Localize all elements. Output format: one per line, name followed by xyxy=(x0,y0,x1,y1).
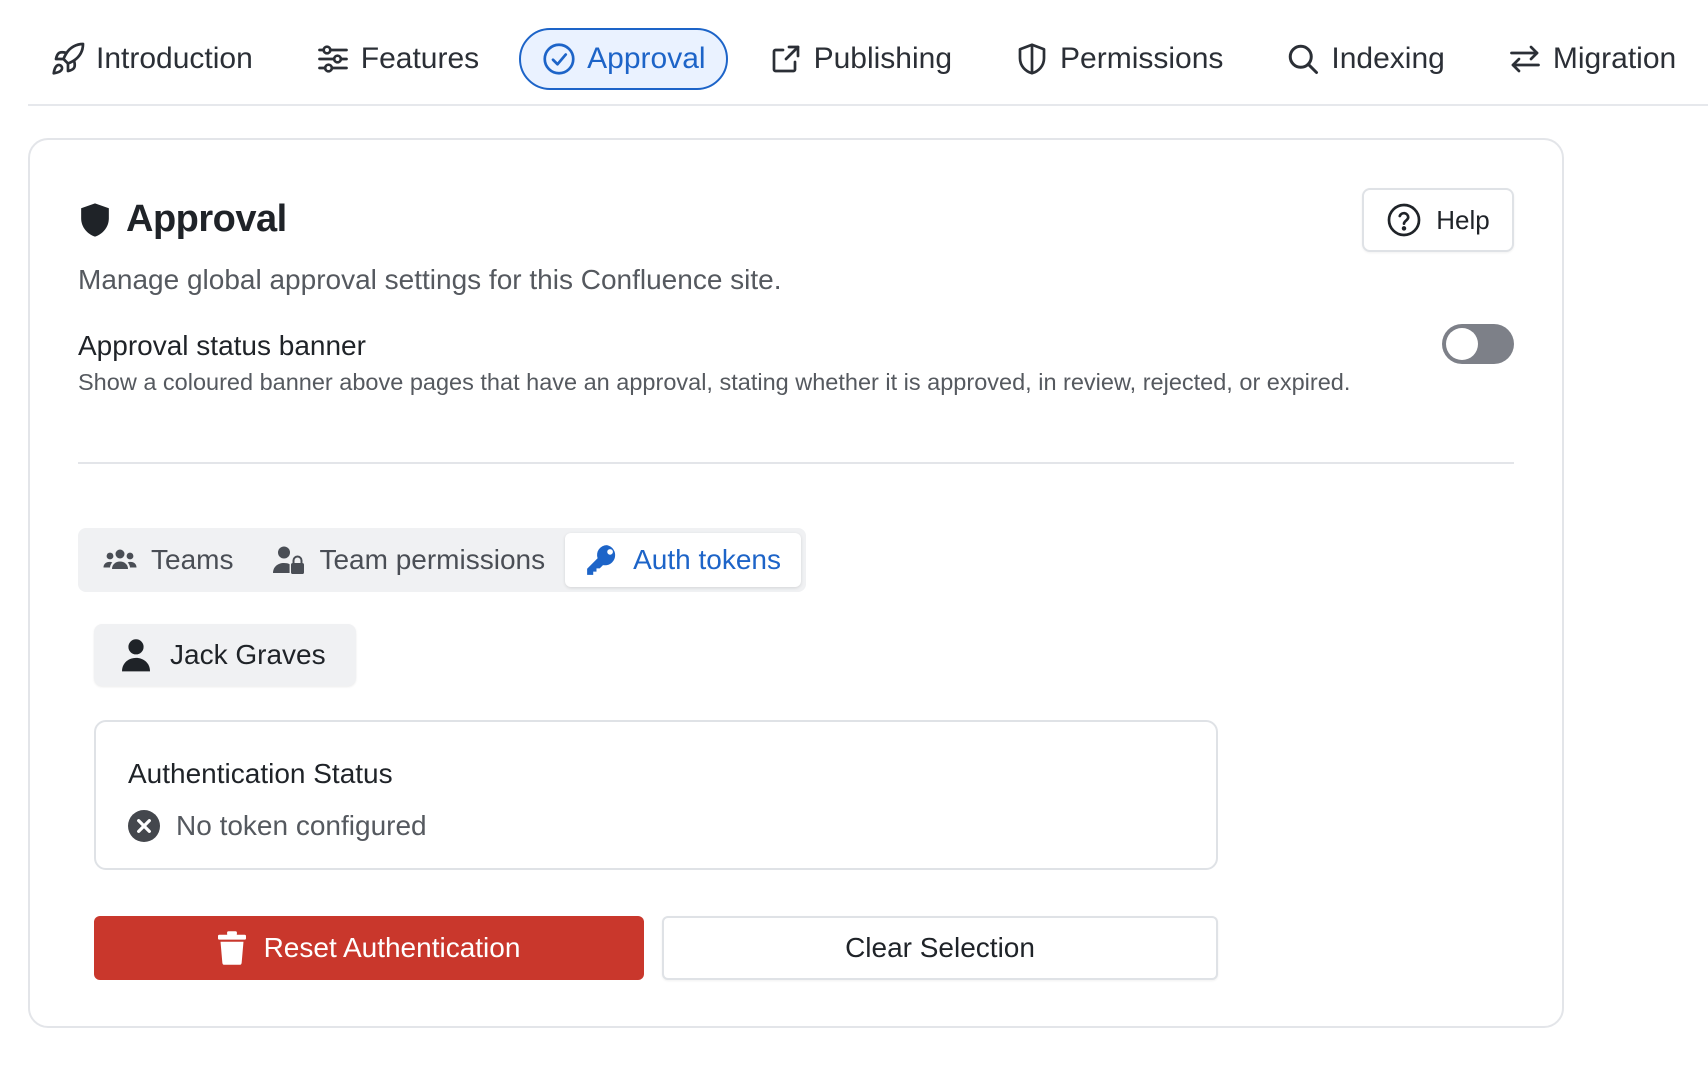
nav-tab-approval[interactable]: Approval xyxy=(519,28,728,90)
arrows-swap-icon xyxy=(1509,45,1540,73)
nav-tab-label: Permissions xyxy=(1060,42,1224,75)
nav-tab-label: Approval xyxy=(587,42,706,75)
banner-toggle[interactable] xyxy=(1442,324,1514,364)
help-button[interactable]: Help xyxy=(1362,188,1514,252)
nav-tab-label: Features xyxy=(360,42,480,75)
top-nav: Introduction Features Approval Publishin… xyxy=(28,28,1708,106)
nav-tab-label: Indexing xyxy=(1331,42,1445,75)
toggle-knob xyxy=(1446,328,1478,360)
auth-status-row: No token configured xyxy=(128,810,427,842)
user-icon xyxy=(122,639,150,672)
users-icon xyxy=(103,549,137,569)
help-circle-icon xyxy=(1387,203,1421,237)
reset-button-label: Reset Authentication xyxy=(263,932,521,963)
selected-user-name: Jack Graves xyxy=(170,639,326,670)
banner-setting-label: Approval status banner xyxy=(78,330,366,361)
nav-tab-label: Introduction xyxy=(96,42,253,75)
check-circle-icon xyxy=(543,43,575,75)
nav-tab-publishing[interactable]: Publishing xyxy=(746,28,974,90)
x-circle-icon xyxy=(128,810,160,842)
nav-tab-label: Publishing xyxy=(813,42,953,75)
selected-user-chip[interactable]: Jack Graves xyxy=(94,624,356,686)
tab-team-permissions[interactable]: Team permissions xyxy=(253,533,565,587)
page-title: Approval xyxy=(126,198,287,240)
approval-card: Approval Help Manage global approval set… xyxy=(28,138,1564,1028)
clear-button-label: Clear Selection xyxy=(845,932,1035,963)
tab-auth-tokens[interactable]: Auth tokens xyxy=(565,533,801,587)
reset-authentication-button[interactable]: Reset Authentication xyxy=(94,916,644,980)
page-subtitle: Manage global approval settings for this… xyxy=(78,264,782,295)
nav-tab-migration[interactable]: Migration xyxy=(1485,28,1698,90)
auth-status-title: Authentication Status xyxy=(128,758,393,789)
banner-setting-description: Show a coloured banner above pages that … xyxy=(78,369,1351,395)
sub-tabs: Teams Team permissions Auth tokens xyxy=(78,528,806,592)
nav-tab-indexing[interactable]: Indexing xyxy=(1263,28,1466,90)
auth-status-panel: Authentication Status No token configure… xyxy=(94,720,1218,870)
auth-status-text: No token configured xyxy=(176,810,427,841)
tab-label: Teams xyxy=(151,544,234,575)
key-icon xyxy=(587,545,616,575)
shield-icon xyxy=(1018,43,1046,75)
help-label: Help xyxy=(1436,204,1490,235)
user-lock-icon xyxy=(273,546,305,574)
nav-tab-label: Migration xyxy=(1552,42,1677,75)
share-icon xyxy=(772,45,799,73)
shield-filled-icon xyxy=(81,202,109,237)
tab-label: Team permissions xyxy=(319,544,546,575)
clear-selection-button[interactable]: Clear Selection xyxy=(662,916,1218,980)
card-header: Approval xyxy=(78,198,287,241)
nav-tab-features[interactable]: Features xyxy=(293,28,501,90)
tab-teams[interactable]: Teams xyxy=(83,533,253,587)
nav-tab-permissions[interactable]: Permissions xyxy=(992,28,1245,90)
nav-tab-introduction[interactable]: Introduction xyxy=(28,28,275,90)
rocket-icon xyxy=(52,42,85,75)
section-divider xyxy=(78,462,1514,464)
trash-icon xyxy=(217,931,246,965)
tab-label: Auth tokens xyxy=(633,544,781,575)
search-icon xyxy=(1289,44,1319,74)
sliders-icon xyxy=(317,45,348,73)
